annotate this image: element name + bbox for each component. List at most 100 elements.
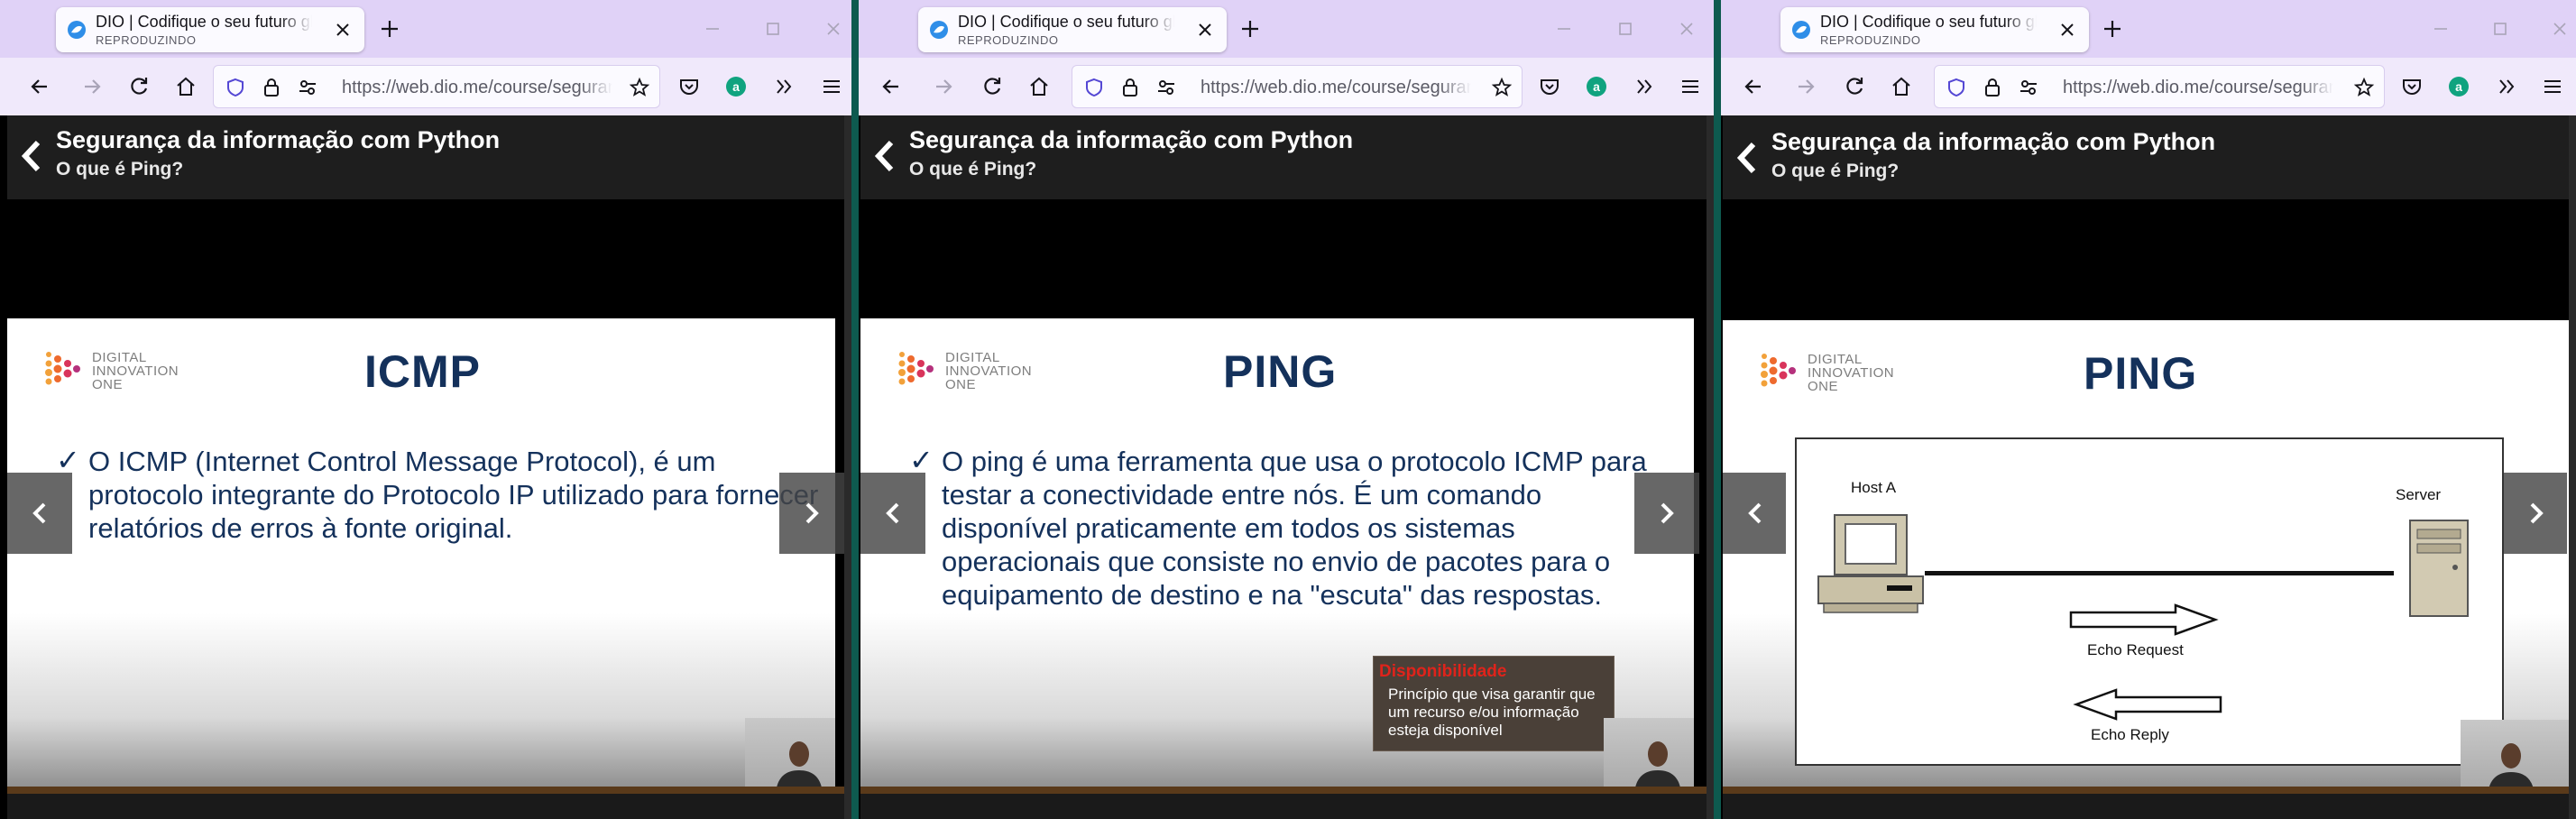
extension-icon[interactable]: a bbox=[1584, 74, 1609, 99]
navigation-bar: https://web.dio.me/course/seguranca a bbox=[0, 58, 851, 115]
chevron-right-icon bbox=[2530, 502, 2544, 524]
scrollbar[interactable] bbox=[844, 115, 851, 819]
video-slide[interactable]: DIGITAL INNOVATION ONE PING ✓ O ping é u… bbox=[860, 318, 1694, 794]
maximize-icon[interactable] bbox=[2489, 18, 2511, 40]
host-label: Host A bbox=[1851, 479, 1897, 496]
browser-tab[interactable]: DIO | Codifique o seu futuro global REPR… bbox=[56, 7, 364, 52]
minimize-icon[interactable] bbox=[2430, 18, 2452, 40]
browser-tab[interactable]: DIO | Codifique o seu futuro global REPR… bbox=[918, 7, 1227, 52]
title-bar: DIO | Codifique o seu futuro global REPR… bbox=[1721, 0, 2576, 58]
menu-icon[interactable] bbox=[1678, 74, 1703, 99]
page-content: Segurança da informação com Python O que… bbox=[1723, 115, 2576, 819]
back-chevron-icon[interactable] bbox=[1732, 137, 1762, 179]
reload-icon[interactable] bbox=[1842, 74, 1867, 99]
shield-icon[interactable] bbox=[1083, 77, 1105, 98]
pocket-icon[interactable] bbox=[2399, 74, 2424, 99]
desktop: DIO | Codifique o seu futuro global REPR… bbox=[0, 0, 2576, 819]
permissions-icon[interactable] bbox=[2018, 77, 2039, 98]
video-slide[interactable]: DIGITAL INNOVATION ONE PING Host A Serve… bbox=[1723, 320, 2569, 794]
menu-icon[interactable] bbox=[2540, 74, 2565, 99]
tooltip-title: Disponibilidade bbox=[1379, 662, 1507, 681]
scrollbar[interactable] bbox=[1707, 115, 1714, 819]
permissions-icon[interactable] bbox=[297, 77, 318, 98]
close-window-icon[interactable] bbox=[823, 18, 844, 40]
permissions-icon[interactable] bbox=[1155, 77, 1177, 98]
maximize-icon[interactable] bbox=[1615, 18, 1636, 40]
slide-heading: ICMP bbox=[364, 346, 481, 397]
url-bar[interactable]: https://web.dio.me/course/seguranca bbox=[1934, 65, 2385, 108]
previous-slide-button[interactable] bbox=[860, 473, 925, 554]
menu-icon[interactable] bbox=[819, 74, 844, 99]
close-window-icon[interactable] bbox=[2549, 18, 2571, 40]
video-progress-bar[interactable] bbox=[7, 787, 851, 794]
bookmark-star-icon[interactable] bbox=[629, 77, 650, 98]
forward-icon[interactable] bbox=[931, 74, 956, 99]
minimize-icon[interactable] bbox=[702, 18, 723, 40]
browser-tab[interactable]: DIO | Codifique o seu futuro global REPR… bbox=[1780, 7, 2089, 52]
page-content: Segurança da informação com Python O que… bbox=[860, 115, 1714, 819]
page-content: Segurança da informação com Python O que… bbox=[7, 115, 851, 819]
forward-icon[interactable] bbox=[79, 74, 105, 99]
back-chevron-icon[interactable] bbox=[869, 135, 900, 177]
video-progress-bar[interactable] bbox=[860, 787, 1714, 794]
svg-text:a: a bbox=[1593, 79, 1600, 94]
reload-icon[interactable] bbox=[980, 74, 1005, 99]
bookmark-star-icon[interactable] bbox=[2353, 77, 2375, 98]
overflow-chevron-icon[interactable] bbox=[1633, 74, 1658, 99]
extension-icon[interactable]: a bbox=[723, 74, 749, 99]
next-slide-button[interactable] bbox=[2504, 473, 2567, 554]
close-tab-icon[interactable] bbox=[2056, 19, 2078, 41]
previous-slide-button[interactable] bbox=[1723, 473, 1786, 554]
close-tab-icon[interactable] bbox=[332, 19, 354, 41]
course-title: Segurança da informação com Python bbox=[56, 126, 501, 153]
video-slide[interactable]: DIGITAL INNOVATION ONE ICMP ✓ O ICMP (In… bbox=[7, 318, 835, 794]
back-chevron-icon[interactable] bbox=[16, 135, 47, 177]
home-icon[interactable] bbox=[1889, 74, 1914, 99]
extension-icon[interactable]: a bbox=[2446, 74, 2471, 99]
course-header: Segurança da informação com Python O que… bbox=[860, 115, 1714, 199]
back-icon[interactable] bbox=[1741, 74, 1766, 99]
url-bar[interactable]: https://web.dio.me/course/seguranca bbox=[213, 65, 660, 108]
browser-window-1: DIO | Codifique o seu futuro global REPR… bbox=[0, 0, 851, 819]
tab-status: REPRODUZINDO bbox=[958, 33, 1059, 47]
url-bar[interactable]: https://web.dio.me/course/seguranca bbox=[1072, 65, 1523, 108]
next-slide-button[interactable] bbox=[1634, 473, 1699, 554]
lesson-title: O que é Ping? bbox=[909, 159, 1037, 179]
overflow-chevron-icon[interactable] bbox=[772, 74, 797, 99]
lock-icon[interactable] bbox=[261, 77, 282, 98]
maximize-icon[interactable] bbox=[762, 18, 784, 40]
lock-icon[interactable] bbox=[1982, 77, 2003, 98]
title-bar: DIO | Codifique o seu futuro global REPR… bbox=[859, 0, 1714, 58]
home-icon[interactable] bbox=[173, 74, 198, 99]
pocket-icon[interactable] bbox=[1537, 74, 1562, 99]
previous-slide-button[interactable] bbox=[7, 473, 72, 554]
new-tab-icon[interactable] bbox=[2100, 16, 2125, 41]
close-window-icon[interactable] bbox=[1676, 18, 1697, 40]
echo-reply-arrow-icon bbox=[2073, 688, 2222, 721]
new-tab-icon[interactable] bbox=[377, 16, 402, 41]
back-icon[interactable] bbox=[879, 74, 904, 99]
slide-heading: PING bbox=[1223, 346, 1338, 397]
close-tab-icon[interactable] bbox=[1194, 19, 1216, 41]
forward-icon[interactable] bbox=[1793, 74, 1818, 99]
overflow-chevron-icon[interactable] bbox=[2495, 74, 2520, 99]
reload-icon[interactable] bbox=[126, 74, 152, 99]
shield-icon[interactable] bbox=[1946, 77, 1967, 98]
back-icon[interactable] bbox=[27, 74, 52, 99]
pocket-icon[interactable] bbox=[676, 74, 702, 99]
dio-logo: DIGITAL INNOVATION ONE bbox=[1759, 349, 1903, 400]
minimize-icon[interactable] bbox=[1553, 18, 1575, 40]
dio-favicon-icon bbox=[1792, 21, 1810, 39]
echo-request-arrow-icon bbox=[2069, 603, 2219, 636]
scrollbar[interactable] bbox=[2569, 115, 2576, 819]
dio-logo-icon bbox=[45, 352, 80, 385]
lock-icon[interactable] bbox=[1119, 77, 1141, 98]
new-tab-icon[interactable] bbox=[1237, 16, 1263, 41]
next-slide-button[interactable] bbox=[779, 473, 844, 554]
shield-icon[interactable] bbox=[225, 77, 246, 98]
bookmark-star-icon[interactable] bbox=[1491, 77, 1513, 98]
chevron-left-icon bbox=[1748, 502, 1762, 524]
video-progress-bar[interactable] bbox=[1723, 787, 2576, 794]
home-icon[interactable] bbox=[1026, 74, 1052, 99]
echo-reply-label: Echo Reply bbox=[2091, 726, 2169, 743]
